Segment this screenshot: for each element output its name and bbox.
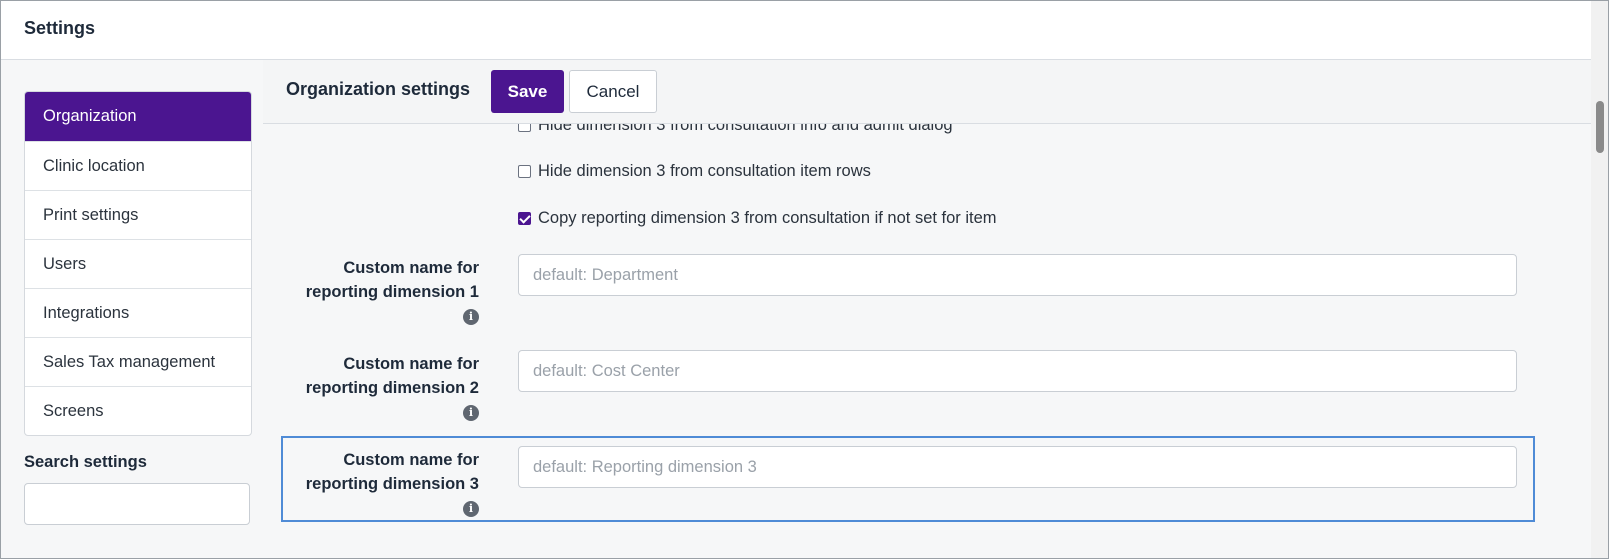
search-settings-label: Search settings <box>24 453 147 471</box>
info-icon[interactable]: i <box>463 309 479 325</box>
checkbox[interactable] <box>518 124 531 132</box>
search-settings-input[interactable] <box>24 483 250 525</box>
field-label-dimension-3: Custom name for reporting dimension 3 <box>279 448 479 496</box>
info-icon[interactable]: i <box>463 405 479 421</box>
checkbox-row-hide-dim3-item-rows[interactable]: Hide dimension 3 from consultation item … <box>518 162 871 181</box>
dimension-2-name-input[interactable] <box>518 350 1517 392</box>
dimension-3-name-input[interactable] <box>518 446 1517 488</box>
vertical-scrollbar[interactable] <box>1591 1 1608 558</box>
scrollbar-thumb[interactable] <box>1596 101 1604 153</box>
checkbox-label: Copy reporting dimension 3 from consulta… <box>538 209 997 227</box>
sidebar-item-print-settings[interactable]: Print settings <box>25 190 251 239</box>
checkbox-row-hide-dim3-consultation-info[interactable]: Hide dimension 3 from consultation info … <box>518 124 953 135</box>
info-icon[interactable]: i <box>463 501 479 517</box>
field-label-line: reporting dimension 3 <box>305 475 479 493</box>
settings-form: Hide dimension 3 from consultation info … <box>263 124 1591 558</box>
checkbox-label: Hide dimension 3 from consultation item … <box>538 162 871 180</box>
field-label-dimension-1: Custom name for reporting dimension 1 <box>279 256 479 304</box>
checkbox-row-copy-dim3[interactable]: Copy reporting dimension 3 from consulta… <box>518 209 997 228</box>
field-label-line: Custom name for <box>343 259 479 277</box>
sidebar-item-integrations[interactable]: Integrations <box>25 288 251 337</box>
sidebar-item-sales-tax-management[interactable]: Sales Tax management <box>25 337 251 386</box>
sidebar-item-screens[interactable]: Screens <box>25 386 251 435</box>
field-label-dimension-2: Custom name for reporting dimension 2 <box>279 352 479 400</box>
top-bar: Settings <box>1 1 1591 60</box>
page-title: Settings <box>24 18 96 38</box>
save-button[interactable]: Save <box>491 70 564 113</box>
checkbox[interactable] <box>518 165 531 178</box>
field-label-line: Custom name for <box>343 355 479 373</box>
sidebar-item-clinic-location[interactable]: Clinic location <box>25 141 251 190</box>
sidebar-item-users[interactable]: Users <box>25 239 251 288</box>
section-title: Organization settings <box>286 79 471 99</box>
main-panel: Organization settings Save Cancel Hide d… <box>263 60 1591 558</box>
field-label-line: reporting dimension 1 <box>305 283 479 301</box>
settings-window: Settings Organization Clinic location Pr… <box>0 0 1609 559</box>
settings-nav: Organization Clinic location Print setti… <box>24 91 252 436</box>
checkbox-label: Hide dimension 3 from consultation info … <box>538 124 953 134</box>
main-header: Organization settings Save Cancel <box>263 60 1591 124</box>
checkbox-checked[interactable] <box>518 212 531 225</box>
dimension-1-name-input[interactable] <box>518 254 1517 296</box>
field-label-line: Custom name for <box>343 451 479 469</box>
cancel-button[interactable]: Cancel <box>569 70 657 113</box>
sidebar-item-organization[interactable]: Organization <box>25 92 251 141</box>
field-label-line: reporting dimension 2 <box>305 379 479 397</box>
sidebar: Organization Clinic location Print setti… <box>1 60 263 558</box>
